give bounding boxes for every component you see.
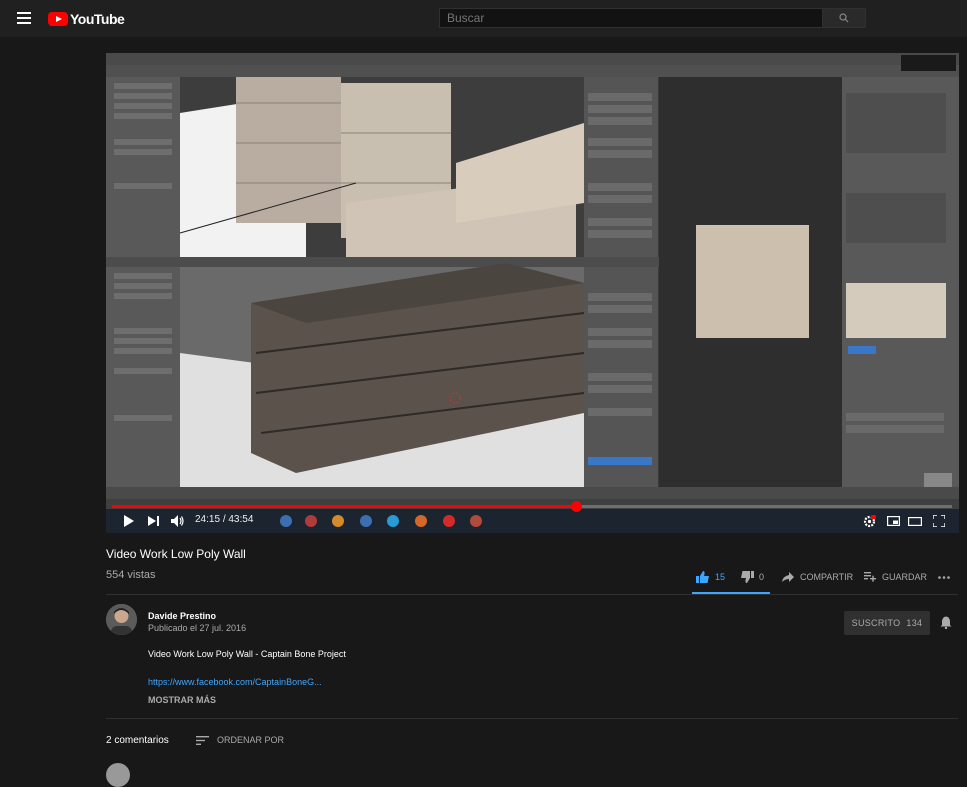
menu-icon[interactable] xyxy=(17,12,31,24)
subscribe-button[interactable]: SUSCRITO 134 xyxy=(844,611,930,635)
search-button[interactable] xyxy=(822,8,866,28)
channel-avatar[interactable] xyxy=(106,604,137,635)
dislike-button[interactable]: 0 xyxy=(740,566,764,588)
sort-label: ORDENAR POR xyxy=(217,735,285,745)
comment-count: 2 comentarios xyxy=(106,735,169,746)
time-display: 24:15 / 43:54 xyxy=(195,514,253,525)
gear-icon xyxy=(863,514,876,527)
duration: 43:54 xyxy=(228,514,254,525)
dislike-count: 0 xyxy=(759,572,765,582)
theater-mode-icon xyxy=(908,516,922,526)
next-button[interactable] xyxy=(146,512,162,530)
settings-button[interactable] xyxy=(860,512,878,530)
youtube-play-icon xyxy=(48,12,68,26)
save-button[interactable]: GUARDAR xyxy=(864,566,927,588)
share-button[interactable]: COMPARTIR xyxy=(782,566,853,588)
subscribe-label: SUSCRITO xyxy=(851,618,901,628)
video-title: Video Work Low Poly Wall xyxy=(106,547,246,561)
volume-button[interactable] xyxy=(170,512,186,530)
like-button[interactable]: 15 xyxy=(696,566,725,588)
view-count: 554 vistas xyxy=(106,569,156,581)
time-separator: / xyxy=(222,514,226,525)
progress-scrubber[interactable] xyxy=(571,501,582,512)
miniplayer-button[interactable] xyxy=(884,512,902,530)
sort-icon xyxy=(196,735,209,745)
search-input[interactable] xyxy=(439,8,823,28)
save-label: GUARDAR xyxy=(882,572,928,582)
description-text: Video Work Low Poly Wall - Captain Bone … xyxy=(148,649,346,659)
notification-bell-button[interactable] xyxy=(940,616,952,634)
progress-played xyxy=(112,505,576,508)
share-label: COMPARTIR xyxy=(800,572,854,582)
current-time: 24:15 xyxy=(195,514,221,525)
theater-mode-button[interactable] xyxy=(906,512,924,530)
sort-by-button[interactable]: ORDENAR POR xyxy=(196,735,284,745)
fullscreen-button[interactable] xyxy=(930,512,948,530)
logo-text: YouTube xyxy=(70,11,125,27)
thumbs-down-icon xyxy=(741,571,754,583)
fullscreen-icon xyxy=(933,515,945,527)
play-button[interactable] xyxy=(121,512,137,530)
top-bar: YouTube xyxy=(0,0,967,37)
video-frame-blender-scene xyxy=(106,53,959,533)
share-icon xyxy=(782,572,794,582)
volume-icon xyxy=(171,515,184,527)
thumbs-up-icon xyxy=(696,571,709,583)
player-controls: 24:15 / 43:54 xyxy=(112,512,958,530)
video-player[interactable] xyxy=(106,53,959,533)
youtube-logo[interactable]: YouTube xyxy=(48,11,125,27)
channel-name[interactable]: Davide Prestino xyxy=(148,611,216,621)
publish-date: Publicado el 27 jul. 2016 xyxy=(148,623,247,633)
miniplayer-icon xyxy=(886,516,900,526)
description-link[interactable]: https://www.facebook.com/CaptainBoneG... xyxy=(148,677,322,687)
play-icon xyxy=(124,515,134,527)
next-icon xyxy=(148,516,159,526)
avatar-image xyxy=(106,604,137,635)
more-actions-button[interactable] xyxy=(938,566,952,588)
bell-icon xyxy=(940,616,952,630)
search-icon xyxy=(839,13,849,23)
comment-avatar[interactable] xyxy=(106,763,130,787)
add-to-playlist-icon xyxy=(864,572,876,582)
subscriber-count: 134 xyxy=(906,618,923,628)
show-more-button[interactable]: MOSTRAR MÁS xyxy=(148,695,216,705)
like-count: 15 xyxy=(715,572,726,582)
divider xyxy=(106,594,958,595)
divider xyxy=(106,718,958,719)
progress-bar[interactable] xyxy=(112,501,952,512)
more-horizontal-icon xyxy=(938,575,950,579)
